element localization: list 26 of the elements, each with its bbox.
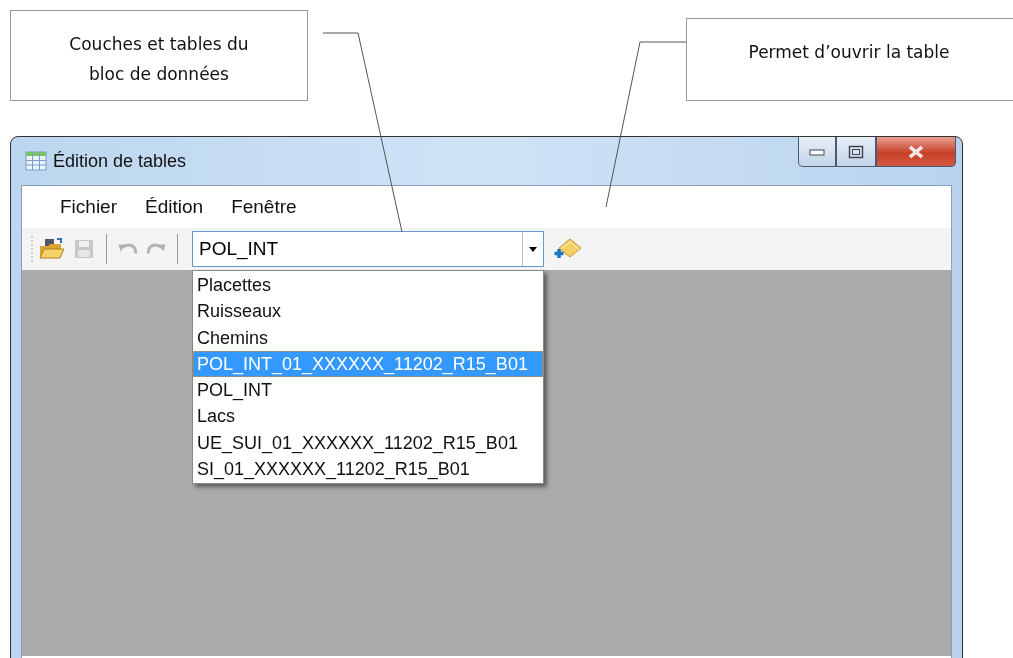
- minimize-button[interactable]: [798, 137, 836, 167]
- window-title: Édition de tables: [53, 150, 187, 172]
- callout-text: Couches et tables du bloc de données: [68, 33, 250, 86]
- dropdown-option[interactable]: POL_INT: [193, 377, 543, 404]
- maximize-icon: [848, 144, 864, 159]
- close-icon: [907, 144, 925, 159]
- minimize-icon: [809, 147, 825, 156]
- table-icon: [25, 151, 47, 171]
- dropdown-option[interactable]: SI_01_XXXXXX_11202_R15_B01: [193, 456, 543, 483]
- redo-icon: [146, 243, 166, 255]
- dropdown-option[interactable]: UE_SUI_01_XXXXXX_11202_R15_B01: [193, 429, 543, 457]
- dropdown-arrow-icon: [529, 246, 537, 252]
- maximize-button[interactable]: [836, 137, 876, 167]
- dropdown-option[interactable]: Placettes: [193, 272, 543, 299]
- table-combo-box[interactable]: POL_INT: [192, 231, 544, 267]
- menu-item[interactable]: Édition: [131, 196, 218, 218]
- menu-item[interactable]: Fenêtre: [217, 196, 311, 218]
- undo-icon: [118, 243, 138, 255]
- dropdown-option[interactable]: Ruisseaux: [193, 298, 543, 325]
- menu-item[interactable]: Fichier: [38, 196, 131, 218]
- dropdown-option[interactable]: Lacs: [193, 403, 543, 430]
- folder-icon: [39, 237, 65, 261]
- close-button[interactable]: [876, 137, 956, 167]
- dropdown-option[interactable]: Chemins: [193, 324, 543, 351]
- grip-icon: [30, 234, 34, 264]
- callout-text: Permet d’ouvrir la table: [748, 41, 950, 64]
